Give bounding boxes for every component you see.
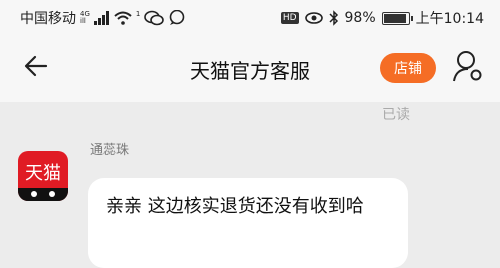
network-type-bottom: ill	[80, 17, 86, 25]
status-left: 中国移动 4G ill 1	[20, 8, 186, 28]
network-type-indicator: 4G ill	[80, 11, 90, 25]
battery-nub	[410, 15, 413, 21]
status-bar: 中国移动 4G ill 1 HD 98% 上午10:14	[0, 0, 500, 36]
sender-name: 通蕊珠	[90, 143, 130, 158]
message-text: 亲亲 这边核实退货还没有收到哈	[106, 196, 364, 217]
cat-right-eye	[49, 191, 55, 197]
status-right: HD 98% 上午10:14	[280, 8, 484, 28]
eye-icon	[304, 12, 323, 24]
avatar-text: 天猫	[25, 163, 61, 184]
user-settings-icon[interactable]	[452, 49, 484, 83]
battery-icon	[381, 11, 413, 25]
message-bubble[interactable]: 亲亲 这边核实退货还没有收到哈	[88, 178, 408, 268]
avatar[interactable]: 天猫	[18, 151, 68, 201]
wifi-sub-label: 1	[135, 9, 141, 18]
clock: 上午10:14	[415, 11, 484, 27]
chat-header: 天猫官方客服 店铺	[0, 36, 500, 102]
wifi-icon	[114, 11, 132, 25]
store-button[interactable]: 店铺	[380, 53, 436, 83]
battery-level-fill	[383, 13, 406, 23]
bluetooth-icon	[328, 10, 338, 26]
tmall-cat-face	[18, 188, 68, 201]
wechat-icon	[144, 10, 165, 26]
battery-percent: 98%	[344, 10, 376, 26]
cat-left-eye	[31, 191, 37, 197]
hd-badge: HD	[280, 12, 299, 24]
read-receipt: 已读	[382, 107, 410, 123]
message-icon	[170, 10, 185, 25]
carrier-label: 中国移动	[20, 11, 76, 27]
signal-icon	[93, 11, 109, 25]
